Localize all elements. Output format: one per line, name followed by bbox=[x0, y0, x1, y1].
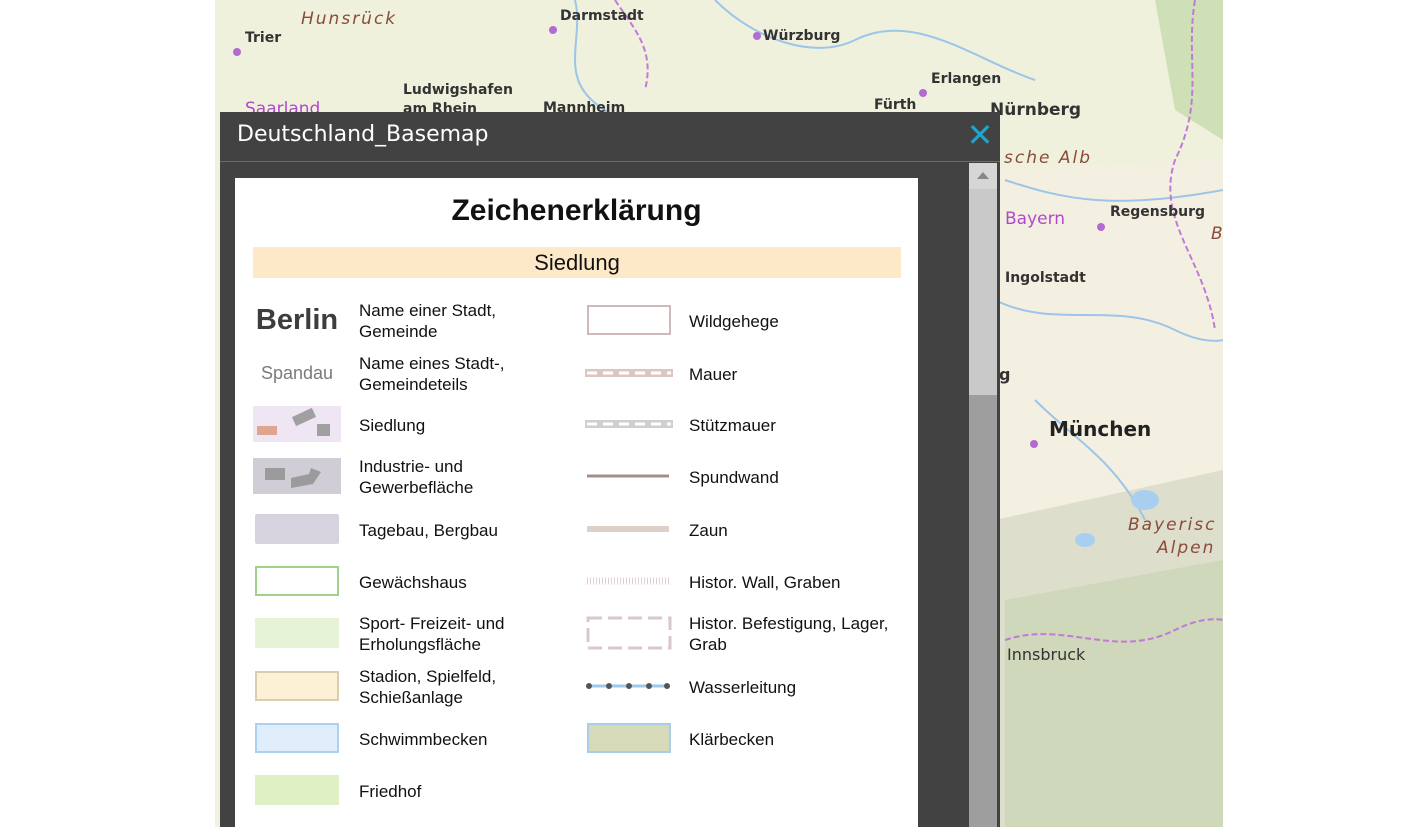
map-label: Bayerisc bbox=[1128, 515, 1217, 535]
legend-label: Mauer bbox=[689, 364, 738, 384]
legend-row: Wasserleitung bbox=[585, 664, 905, 710]
legend-label: Name einer Stadt, Gemeinde bbox=[359, 301, 497, 341]
legend-label: Sport- Freizeit- und Erholungsfläche bbox=[359, 614, 505, 654]
map-label: sche Alb bbox=[1004, 148, 1092, 168]
scroll-thumb[interactable] bbox=[969, 189, 997, 395]
map-label: Ingolstadt bbox=[1005, 270, 1086, 286]
map-label: Trier bbox=[245, 30, 282, 46]
map-label: Fürth bbox=[874, 97, 917, 113]
legend-label: Histor. Befestigung, Lager, Grab bbox=[689, 614, 889, 654]
retaining-wall-symbol bbox=[585, 404, 673, 444]
legend-row: Berlin Name einer Stadt, Gemeinde bbox=[253, 298, 583, 344]
map-label: Würzburg bbox=[763, 28, 841, 44]
swimming-pool-symbol bbox=[253, 718, 341, 758]
legend-label: Zaun bbox=[689, 520, 728, 540]
legend-label: Wildgehege bbox=[689, 311, 779, 331]
legend-scrollbar[interactable] bbox=[969, 163, 997, 827]
sheet-pile-wall-symbol bbox=[585, 456, 673, 496]
legend-label: Stützmauer bbox=[689, 415, 776, 435]
legend-label: Wasserleitung bbox=[689, 677, 797, 697]
legend-row: Histor. Wall, Graben bbox=[585, 559, 905, 605]
map-label: Hunsrück bbox=[301, 9, 398, 29]
scroll-up-icon[interactable] bbox=[969, 163, 997, 189]
legend-section-header: Siedlung bbox=[253, 247, 901, 278]
industry-symbol bbox=[253, 456, 341, 496]
map-label: München bbox=[1049, 417, 1152, 441]
legend-label: Klärbecken bbox=[689, 729, 775, 749]
map-label: Alpen bbox=[1157, 538, 1216, 558]
legend-label: Stadion, Spielfeld, Schießanlage bbox=[359, 667, 497, 707]
map-label: Regensburg bbox=[1110, 204, 1206, 220]
map-label: B bbox=[1211, 224, 1223, 244]
sewage-basin-symbol bbox=[585, 718, 673, 758]
legend-row: Spundwand bbox=[585, 454, 905, 500]
settlement-symbol bbox=[253, 404, 341, 444]
greenhouse-symbol bbox=[253, 561, 341, 601]
legend-label: Name eines Stadt-, Gemeindeteils bbox=[359, 354, 505, 394]
legend-label: Schwimmbecken bbox=[359, 729, 488, 749]
cemetery-symbol bbox=[253, 770, 341, 810]
map-label: g bbox=[999, 365, 1011, 384]
game-enclosure-symbol bbox=[585, 300, 673, 340]
map-label: Nürnberg bbox=[990, 100, 1082, 120]
legend-row: Zaun bbox=[585, 507, 905, 553]
legend-row: Friedhof bbox=[253, 768, 583, 814]
legend-title: Zeichenerklärung bbox=[451, 194, 702, 227]
legend-panel: Zeichenerklärung Siedlung Berlin Name ei… bbox=[235, 178, 918, 827]
map-label: Darmstadt bbox=[560, 8, 644, 24]
title-divider bbox=[220, 161, 1000, 162]
legend-label: Tagebau, Bergbau bbox=[359, 520, 498, 540]
legend-row: Sport- Freizeit- und Erholungsfläche bbox=[253, 611, 583, 657]
city-name-symbol: Berlin bbox=[255, 303, 339, 336]
legend-row: Mauer bbox=[585, 351, 905, 397]
district-name-symbol: Spandau bbox=[260, 362, 334, 383]
legend-label: Spundwand bbox=[689, 467, 779, 487]
legend-row: Gewächshaus bbox=[253, 559, 583, 605]
water-pipe-symbol bbox=[585, 666, 673, 706]
legend-row: Tagebau, Bergbau bbox=[253, 507, 583, 553]
recreation-symbol bbox=[253, 613, 341, 653]
map-label: Innsbruck bbox=[1007, 645, 1086, 664]
stadium-symbol bbox=[253, 666, 341, 706]
fence-symbol bbox=[585, 509, 673, 549]
legend-label: Siedlung bbox=[359, 415, 426, 435]
legend-dialog: Deutschland_Basemap ✕ Zeichenerklärung S… bbox=[220, 112, 1000, 827]
legend-row: Stadion, Spielfeld, Schießanlage bbox=[253, 664, 583, 710]
legend-label: Friedhof bbox=[359, 781, 422, 801]
legend-row: Klärbecken bbox=[585, 716, 905, 762]
legend-label: Histor. Wall, Graben bbox=[689, 572, 841, 592]
legend-row: Siedlung bbox=[253, 402, 583, 448]
close-icon[interactable]: ✕ bbox=[966, 118, 994, 152]
mining-symbol bbox=[253, 509, 341, 549]
legend-row: Schwimmbecken bbox=[253, 716, 583, 762]
map-label: Erlangen bbox=[931, 71, 1002, 87]
legend-label: Industrie- und Gewerbefläche bbox=[359, 457, 474, 497]
historic-wall-symbol bbox=[585, 561, 673, 601]
dialog-title: Deutschland_Basemap bbox=[237, 122, 489, 147]
legend-row: Histor. Befestigung, Lager, Grab bbox=[585, 611, 905, 657]
legend-label: Gewächshaus bbox=[359, 572, 467, 592]
legend-row: Spandau Name eines Stadt-, Gemeindeteils bbox=[253, 351, 583, 397]
scroll-track[interactable] bbox=[969, 395, 997, 827]
map-label: Bayern bbox=[1005, 209, 1066, 229]
legend-row: Wildgehege bbox=[585, 298, 905, 344]
wall-symbol bbox=[585, 353, 673, 393]
historic-fortification-symbol bbox=[585, 613, 673, 653]
legend-row: Industrie- und Gewerbefläche bbox=[253, 454, 583, 500]
legend-row: Stützmauer bbox=[585, 402, 905, 448]
